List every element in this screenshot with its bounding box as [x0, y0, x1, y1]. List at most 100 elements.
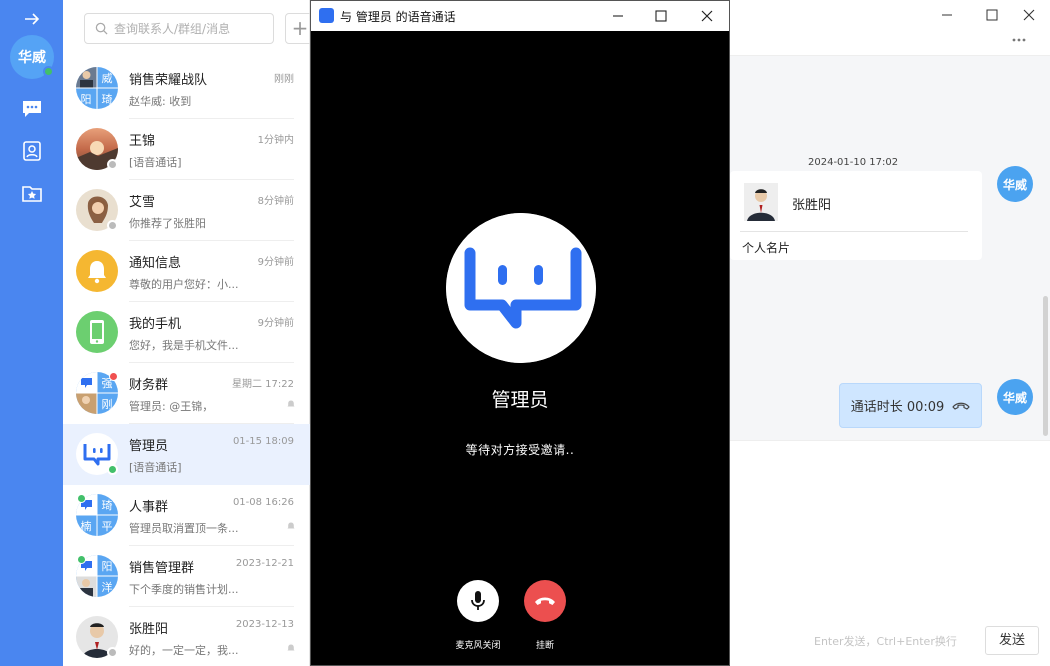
online-status-dot — [43, 66, 54, 77]
current-user-avatar[interactable]: 华威 — [10, 35, 54, 79]
search-box[interactable]: 查询联系人/群组/消息 — [84, 13, 274, 44]
conversation-name: 人事群 — [129, 500, 169, 515]
svg-text:洋: 洋 — [102, 580, 113, 594]
maximize-icon[interactable] — [652, 7, 670, 25]
conversation-name: 我的手机 — [129, 317, 182, 332]
conversation-time: 9分钟前 — [257, 318, 294, 329]
call-window-titlebar: 与 管理员 的语音通话 — [311, 1, 729, 31]
conversation-name: 财务群 — [129, 378, 169, 393]
mute-icon — [287, 522, 295, 529]
conversation-item[interactable]: 强 刚 财务群 星期二 17:22 管理员: @王锦， — [63, 363, 310, 424]
svg-text:琦: 琦 — [102, 93, 113, 106]
conversation-time: 1分钟内 — [257, 135, 294, 146]
offline-status-dot — [107, 220, 118, 231]
app-icon — [319, 8, 334, 23]
microphone-toggle-button[interactable] — [457, 580, 499, 622]
conversation-preview: 你推荐了张胜阳 — [129, 217, 206, 230]
contact-card-message[interactable]: 张胜阳 个人名片 — [730, 171, 982, 260]
mute-icon — [287, 644, 295, 651]
svg-text:楠: 楠 — [81, 519, 92, 533]
conversation-name: 销售管理群 — [129, 561, 195, 576]
conversation-preview: 赵华威: 收到 — [129, 95, 192, 108]
message-timestamp: 2024-01-10 17:02 — [808, 157, 899, 168]
svg-text:阳: 阳 — [81, 93, 92, 106]
chat-header — [730, 0, 1050, 56]
close-icon[interactable] — [1020, 6, 1038, 24]
conversation-preview: 管理员: @王锦， — [129, 400, 214, 413]
sender-avatar[interactable]: 华威 — [997, 379, 1033, 415]
conversation-preview: 尊敬的用户您好：小... — [129, 278, 239, 291]
hangup-label: 挂断 — [535, 641, 554, 651]
current-user-avatar-text: 华威 — [18, 50, 46, 66]
conversation-preview: 好的，一定一定，我... — [129, 644, 239, 657]
minimize-icon[interactable] — [938, 6, 956, 24]
card-contact-photo — [744, 183, 778, 221]
more-options-icon[interactable] — [1011, 36, 1027, 44]
card-type-label: 个人名片 — [742, 241, 791, 255]
input-hint: Enter发送，Ctrl+Enter换行 — [814, 635, 957, 648]
call-status-text: 等待对方接受邀请.. — [465, 443, 575, 457]
collapse-arrow-icon[interactable] — [22, 9, 42, 29]
conversation-time: 2023-12-21 — [235, 558, 294, 569]
microphone-icon — [471, 591, 485, 610]
card-contact-name: 张胜阳 — [792, 198, 832, 213]
online-status-dot — [107, 464, 118, 475]
hangup-button[interactable] — [524, 580, 566, 622]
conversation-list-panel: 查询联系人/群组/消息 + 威 阳 琦 销售荣耀战队 刚刚 赵华威: 收到 王锦… — [63, 0, 315, 666]
phone-hangup-icon — [535, 597, 555, 605]
conversation-time: 01-15 18:09 — [232, 436, 294, 447]
divider — [740, 231, 968, 232]
voice-call-window: 与 管理员 的语音通话 管理员 等待对方接受邀请.. 麦克风关闭 挂断 — [310, 0, 730, 666]
conversation-time: 星期二 17:22 — [232, 379, 294, 390]
conversation-item[interactable]: 阳 洋 销售管理群 2023-12-21 下个季度的销售计划... — [63, 546, 310, 607]
conversation-preview: 管理员取消置顶一条... — [129, 522, 239, 535]
online-status-dot — [77, 494, 86, 503]
conversation-name: 通知信息 — [129, 256, 182, 271]
unread-dot — [109, 372, 118, 381]
sender-avatar-text: 华威 — [1002, 177, 1027, 192]
search-icon — [95, 22, 108, 35]
contacts-icon[interactable] — [21, 140, 43, 162]
conversation-time: 9分钟前 — [257, 257, 294, 268]
conversation-item[interactable]: 我的手机 9分钟前 您好，我是手机文件... — [63, 302, 310, 363]
conversation-item-active[interactable]: 管理员 01-15 18:09 [语音通话] — [63, 424, 310, 485]
message-input-area[interactable]: Enter发送，Ctrl+Enter换行 发送 — [730, 440, 1050, 666]
sender-avatar-text: 华威 — [1002, 390, 1027, 405]
svg-text:平: 平 — [102, 520, 113, 533]
send-button[interactable]: 发送 — [985, 626, 1039, 655]
minimize-icon[interactable] — [609, 7, 627, 25]
conversation-time: 2023-12-13 — [235, 619, 294, 630]
offline-status-dot — [107, 159, 118, 170]
chat-scrollbar[interactable] — [1043, 296, 1048, 436]
close-icon[interactable] — [698, 7, 716, 25]
conversation-item[interactable]: 通知信息 9分钟前 尊敬的用户您好：小... — [63, 241, 310, 302]
chat-icon[interactable] — [21, 98, 43, 120]
conversation-name: 张胜阳 — [129, 622, 169, 637]
conversation-preview: [语音通话] — [129, 461, 182, 474]
favorites-folder-icon[interactable] — [21, 182, 43, 204]
search-placeholder: 查询联系人/群组/消息 — [114, 22, 231, 36]
call-duration-message[interactable]: 通话时长 00:09 — [839, 383, 982, 428]
svg-text:威: 威 — [102, 72, 113, 85]
online-status-dot — [77, 555, 86, 564]
maximize-icon[interactable] — [983, 6, 1001, 24]
call-duration-text: 通话时长 00:09 — [850, 400, 945, 415]
conversation-item[interactable]: 威 阳 琦 销售荣耀战队 刚刚 赵华威: 收到 — [63, 58, 310, 119]
bell-icon — [76, 250, 118, 292]
offline-status-dot — [107, 647, 118, 658]
call-window-title: 与 管理员 的语音通话 — [340, 10, 456, 24]
conversation-name: 王锦 — [129, 134, 156, 149]
sender-avatar[interactable]: 华威 — [997, 166, 1033, 202]
chat-panel: 2024-01-10 17:02 张胜阳 个人名片 华威 通话时长 00:09 … — [730, 0, 1050, 666]
conversation-item[interactable]: 琦 楠 平 人事群 01-08 16:26 管理员取消置顶一条... — [63, 485, 310, 546]
callee-logo-avatar — [446, 213, 596, 363]
conversation-name: 销售荣耀战队 — [129, 73, 208, 88]
left-rail: 华威 — [0, 0, 63, 666]
conversation-name: 管理员 — [129, 439, 169, 454]
conversation-time: 刚刚 — [274, 74, 294, 85]
conversation-item[interactable]: 艾雪 8分钟前 你推荐了张胜阳 — [63, 180, 310, 241]
conversation-item[interactable]: 王锦 1分钟内 [语音通话] — [63, 119, 310, 180]
conversation-item[interactable]: 张胜阳 2023-12-13 好的，一定一定，我... — [63, 607, 310, 666]
conversation-name: 艾雪 — [129, 195, 156, 210]
conversation-preview: 您好，我是手机文件... — [129, 339, 239, 352]
